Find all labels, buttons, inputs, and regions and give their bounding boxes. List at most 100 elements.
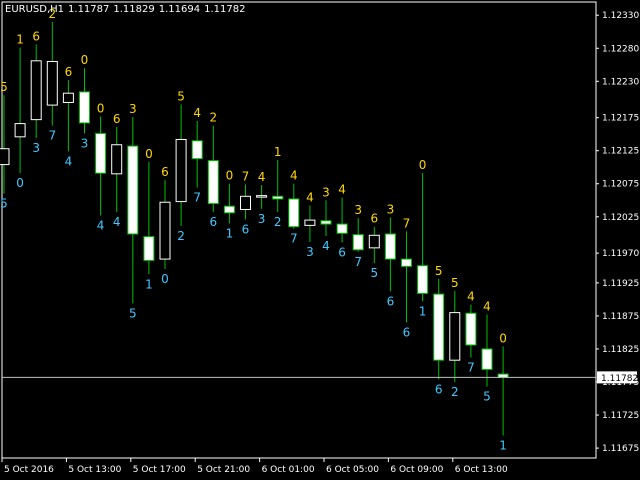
candle-top-label: 0: [81, 53, 89, 67]
close-value: 1.11782: [204, 4, 246, 15]
candle-body: [191, 140, 203, 160]
candle-top-label: 6: [161, 165, 169, 179]
candle-top-label: 5: [0, 80, 8, 94]
candle-body: [14, 123, 26, 138]
candle-bottom-label: 3: [32, 141, 40, 155]
candle-bottom-label: 6: [403, 326, 411, 340]
candle-top-label: 5: [451, 276, 459, 290]
axes: 1.12330 1.12280 1.12230 1.12175 1.12125 1.120…: [1, 11, 639, 475]
candle-top-label: 6: [370, 212, 378, 226]
candle-body: [223, 205, 235, 214]
candle-bottom-label: 4: [322, 239, 330, 253]
high-value: 1.11829: [113, 4, 155, 15]
candle-bottom-label: 6: [209, 215, 217, 229]
candle-top-label: 4: [467, 290, 475, 304]
candle-bottom-label: 3: [258, 212, 266, 226]
price-chart[interactable]: 5510632764030464350160524726017643124743…: [0, 0, 640, 480]
price-tick-label: 1.11675: [602, 444, 639, 454]
candle-bottom-label: 4: [113, 215, 121, 229]
candle-body: [320, 220, 332, 225]
candle-bottom-label: 3: [81, 137, 89, 151]
candle-bottom-label: 7: [467, 361, 475, 375]
timeframe-label: H1: [50, 4, 65, 15]
low-value: 1.11694: [158, 4, 201, 15]
time-tick-label: 6 Oct 01:00: [262, 465, 315, 475]
price-tick-label: 1.11875: [602, 312, 639, 322]
candle-body: [288, 198, 300, 228]
candle-body: [352, 234, 364, 251]
candle-bottom-label: 2: [274, 215, 282, 229]
candle-bottom-label: 4: [97, 218, 105, 232]
candle-body: [79, 91, 90, 124]
price-tick-label: 1.12230: [602, 77, 639, 87]
candle-top-label: 3: [322, 185, 330, 199]
chart-header: EURUSD,H1 1.11787 1.11829 1.11694 1.11782: [5, 4, 249, 15]
candle-bottom-label: 4: [65, 154, 73, 168]
candle-bottom-label: 6: [242, 222, 250, 236]
open-value: 1.11787: [68, 4, 110, 15]
candle-top-label: 4: [193, 106, 201, 120]
time-tick-label: 5 Oct 17:00: [133, 465, 186, 475]
candle-top-label: 0: [226, 169, 234, 183]
price-tick-label: 1.12280: [602, 44, 639, 54]
candle-bottom-label: 2: [451, 385, 459, 399]
candle-body: [159, 201, 171, 260]
candle-top-label: 4: [290, 169, 298, 183]
price-tick-label: 1.11970: [602, 249, 639, 259]
candle-top-label: 4: [338, 183, 346, 197]
candle-top-label: 0: [97, 101, 105, 115]
candle-body: [433, 293, 445, 361]
symbol-label: EURUSD,: [5, 4, 51, 15]
candle-top-label: 3: [387, 202, 395, 216]
candle-body: [62, 92, 74, 103]
candle-top-label: 6: [65, 65, 73, 79]
candle-top-label: 7: [242, 169, 250, 183]
candle-bottom-label: 1: [419, 304, 427, 318]
price-tick-label: 1.11725: [602, 411, 639, 421]
candle-body: [0, 148, 10, 166]
plot-border: [1, 1, 597, 459]
candle-body: [336, 223, 348, 234]
candle-body: [384, 233, 396, 260]
candle-top-label: 4: [483, 300, 491, 314]
candle-bottom-label: 3: [306, 245, 314, 259]
candle-bottom-label: 6: [387, 294, 395, 308]
candle-top-label: 7: [403, 216, 411, 230]
candle-top-label: 6: [113, 112, 121, 126]
candle-body: [256, 195, 268, 198]
candle-top-label: 1: [274, 145, 282, 159]
time-tick-label: 5 Oct 2016: [4, 465, 54, 475]
candle-body: [272, 195, 284, 200]
candle-body: [95, 133, 107, 174]
time-tick-label: 6 Oct 09:00: [390, 465, 443, 475]
candle-body: [240, 195, 251, 211]
candle-body: [465, 312, 477, 346]
price-tick-label: 1.11925: [602, 279, 639, 289]
candle-bottom-label: 2: [177, 229, 185, 243]
price-tick-label: 1.12125: [602, 147, 639, 157]
candle-bottom-label: 5: [370, 266, 378, 280]
candle-labels: 5510632764030464350160524726017643124743…: [0, 7, 507, 453]
candle-top-label: 0: [499, 331, 507, 345]
candle-bottom-label: 6: [435, 382, 443, 396]
candle-bottom-label: 1: [499, 439, 507, 453]
candle-bottom-label: 7: [48, 129, 56, 143]
time-tick-label: 6 Oct 13:00: [455, 465, 508, 475]
candle-body: [449, 312, 461, 361]
candle-body: [127, 145, 139, 235]
candle-bottom-label: 7: [354, 255, 362, 269]
candle-body: [401, 258, 412, 267]
candle-top-label: 5: [177, 89, 185, 103]
candle-bottom-label: 0: [16, 176, 24, 190]
candle-bottom-label: 7: [290, 232, 298, 246]
candle-body: [175, 138, 187, 203]
time-tick-label: 5 Oct 21:00: [197, 465, 250, 475]
candle-top-label: 3: [354, 203, 362, 217]
candle-bottom-label: 5: [483, 390, 491, 404]
candle-top-label: 5: [435, 264, 443, 278]
candles: [0, 21, 509, 436]
candle-top-label: 0: [145, 147, 153, 161]
chart-window[interactable]: 5510632764030464350160524726017643124743…: [0, 0, 640, 480]
time-tick-label: 6 Oct 05:00: [326, 465, 379, 475]
candle-body: [207, 160, 219, 205]
